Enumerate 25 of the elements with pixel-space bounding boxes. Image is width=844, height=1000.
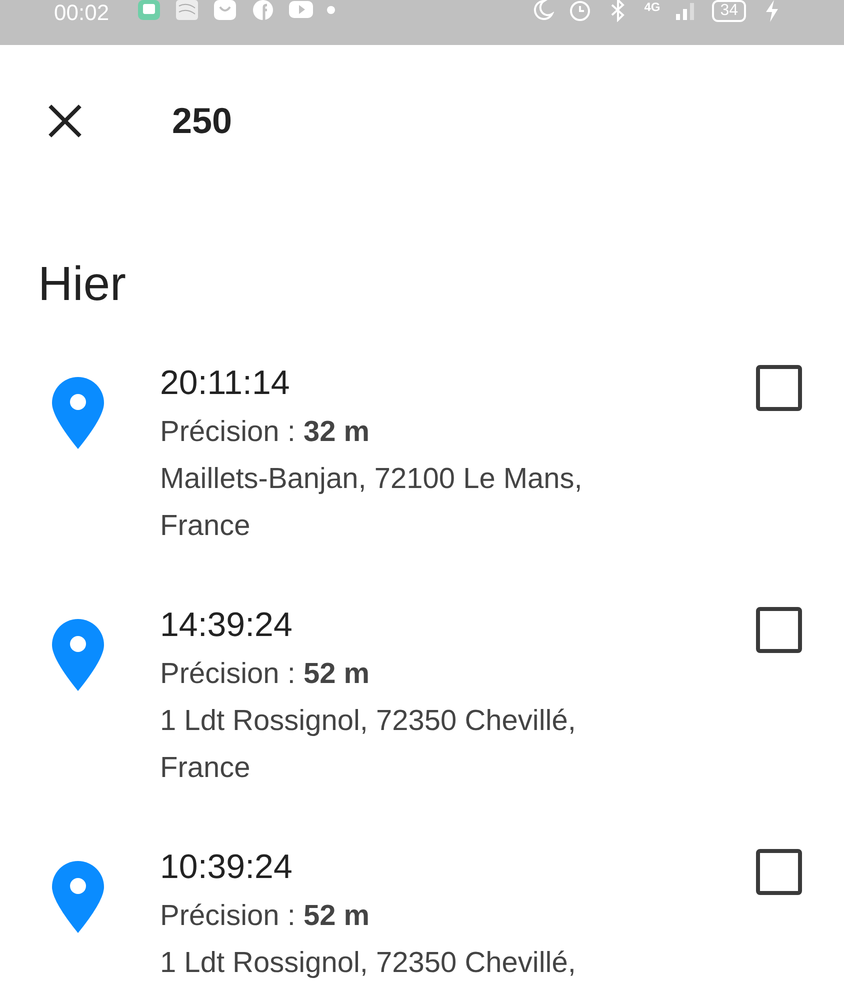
entry-time: 20:11:14 <box>160 363 291 403</box>
map-app-icon <box>175 0 200 22</box>
location-pin-icon <box>52 861 104 933</box>
checkbox[interactable] <box>756 849 802 895</box>
entry-time: 10:39:24 <box>160 847 294 887</box>
checkbox[interactable] <box>756 365 802 411</box>
address-text: 1 Ldt Rossignol, 72350 Chevillé, France <box>160 704 577 786</box>
location-pin-icon <box>52 619 104 691</box>
network-type: 4G <box>644 0 660 14</box>
entry-time: 14:39:24 <box>160 605 294 645</box>
checkbox[interactable] <box>756 607 802 653</box>
page-title: 250 <box>172 100 232 142</box>
precision-text: Précision : 32 m <box>160 415 371 450</box>
dot-icon <box>327 6 336 14</box>
precision-text: Précision : 52 m <box>160 657 371 692</box>
address-text: 1 Ldt Rossignol, 72350 Chevillé, <box>160 946 577 981</box>
address-text: Maillets-Banjan, 72100 Le Mans, France <box>160 462 584 544</box>
section-heading: Hier <box>38 257 128 313</box>
precision-text: Précision : 52 m <box>160 899 371 934</box>
clock: 00:02 <box>54 0 110 26</box>
alarm-icon <box>568 0 592 22</box>
battery-level: 34 <box>712 0 746 22</box>
chat-app-icon <box>137 0 162 22</box>
location-pin-icon <box>52 377 104 449</box>
close-icon <box>48 104 82 138</box>
